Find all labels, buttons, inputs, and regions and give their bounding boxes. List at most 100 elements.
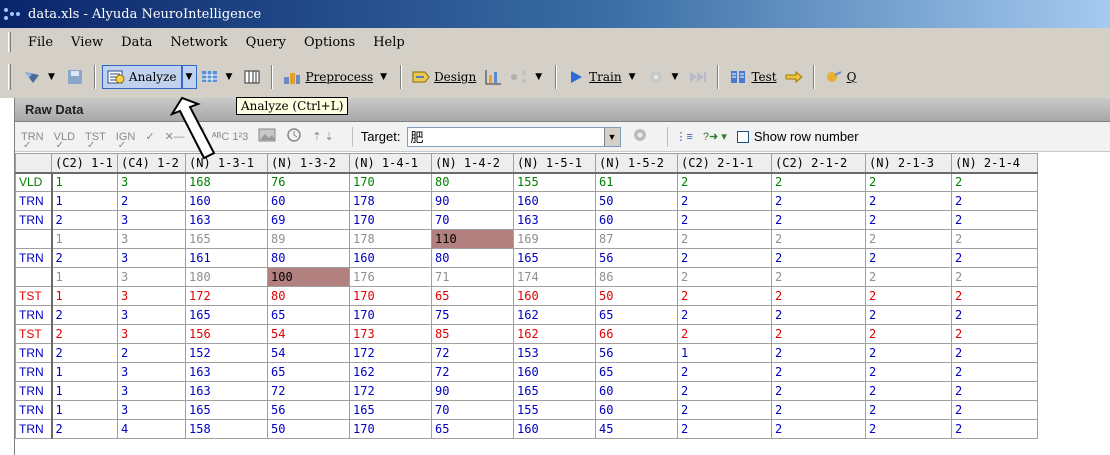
train-options-button[interactable]: ▼: [643, 64, 686, 90]
save-button[interactable]: [62, 64, 88, 90]
table-cell[interactable]: 170: [349, 419, 432, 439]
table-cell[interactable]: 1: [51, 229, 118, 249]
table-cell[interactable]: 60: [595, 381, 678, 401]
row-set-label[interactable]: [15, 267, 53, 287]
check-mark-button[interactable]: ✓: [145, 130, 154, 143]
table-cell[interactable]: 71: [431, 267, 514, 287]
table-cell[interactable]: 2: [771, 229, 866, 249]
menu-help[interactable]: Help: [364, 33, 414, 52]
table-cell[interactable]: 2: [865, 286, 952, 306]
row-set-label[interactable]: VLD: [15, 172, 53, 192]
table-cell[interactable]: 60: [267, 191, 350, 211]
open-button[interactable]: ▼: [19, 64, 62, 90]
table-cell[interactable]: 2: [677, 419, 772, 439]
table-cell[interactable]: 80: [431, 172, 514, 192]
table-cell[interactable]: 56: [267, 400, 350, 420]
table-cell[interactable]: 2: [865, 324, 952, 344]
table-cell[interactable]: 2: [865, 419, 952, 439]
table-cell[interactable]: 173: [349, 324, 432, 344]
table-cell[interactable]: 2: [51, 343, 118, 363]
table-cell[interactable]: 2: [951, 172, 1038, 192]
table-cell[interactable]: 3: [117, 400, 186, 420]
network-button[interactable]: ▼: [506, 64, 549, 90]
table-cell[interactable]: 4: [117, 419, 186, 439]
table-cell[interactable]: 2: [771, 419, 866, 439]
chevron-down-icon[interactable]: ▼: [532, 72, 545, 82]
table-row[interactable]: TRN 1 3 163 72 172 90 165 60 2 2 2 2: [15, 381, 1038, 401]
table-cell[interactable]: 3: [117, 305, 186, 325]
column-header[interactable]: (N) 1-4-1: [349, 153, 432, 174]
table-cell[interactable]: 2: [865, 362, 952, 382]
target-settings-button[interactable]: [631, 127, 649, 146]
table-cell[interactable]: 76: [267, 172, 350, 192]
columns-button[interactable]: [239, 64, 265, 90]
column-header[interactable]: (C2) 2-1-2: [771, 153, 866, 174]
table-row[interactable]: TRN 2 2 152 54 172 72 153 56 1 2 2 2: [15, 343, 1038, 363]
row-set-label[interactable]: TRN: [15, 419, 53, 439]
row-set-label[interactable]: TRN: [15, 305, 53, 325]
table-cell[interactable]: 65: [267, 305, 350, 325]
chevron-down-icon[interactable]: ▼: [626, 72, 639, 82]
menu-query[interactable]: Query: [237, 33, 295, 52]
table-cell[interactable]: 45: [595, 419, 678, 439]
menu-network[interactable]: Network: [161, 33, 236, 52]
table-cell[interactable]: 72: [431, 362, 514, 382]
table-cell[interactable]: 86: [595, 267, 678, 287]
table-cell[interactable]: 1: [51, 191, 118, 211]
table-row[interactable]: TST 2 3 156 54 173 85 162 66 2 2 2 2: [15, 324, 1038, 344]
table-cell[interactable]: 170: [349, 210, 432, 230]
table-cell[interactable]: 163: [185, 210, 268, 230]
table-cell[interactable]: 1: [51, 267, 118, 287]
table-cell[interactable]: 65: [595, 362, 678, 382]
table-cell[interactable]: 3: [117, 381, 186, 401]
table-cell[interactable]: 169: [513, 229, 596, 249]
mark-vld-button[interactable]: VLD ✓: [54, 131, 75, 151]
table-cell[interactable]: 165: [513, 381, 596, 401]
table-cell[interactable]: 2: [677, 191, 772, 211]
row-set-label[interactable]: TRN: [15, 343, 53, 363]
table-cell[interactable]: 2: [51, 248, 118, 268]
table-cell[interactable]: 165: [185, 400, 268, 420]
table-cell[interactable]: 2: [677, 286, 772, 306]
table-cell[interactable]: 80: [267, 248, 350, 268]
table-cell[interactable]: 170: [349, 172, 432, 192]
table-row[interactable]: VLD 1 3 168 76 170 80 155 61 2 2 2 2: [15, 172, 1038, 192]
chevron-down-icon[interactable]: ▼: [223, 72, 236, 82]
table-cell[interactable]: 161: [185, 248, 268, 268]
table-cell[interactable]: 2: [677, 229, 772, 249]
table-cell[interactable]: 2: [117, 191, 186, 211]
row-set-label[interactable]: TRN: [15, 248, 53, 268]
table-cell[interactable]: 2: [865, 248, 952, 268]
table-cell[interactable]: 160: [513, 286, 596, 306]
table-cell[interactable]: 70: [431, 210, 514, 230]
table-cell[interactable]: 155: [513, 400, 596, 420]
row-set-label[interactable]: TRN: [15, 381, 53, 401]
table-cell[interactable]: 2: [865, 400, 952, 420]
row-set-label[interactable]: TRN: [15, 362, 53, 382]
table-cell[interactable]: 72: [267, 381, 350, 401]
table-cell[interactable]: 160: [349, 248, 432, 268]
row-set-label[interactable]: TRN: [15, 210, 53, 230]
image-button[interactable]: [258, 128, 276, 145]
table-cell[interactable]: 2: [677, 305, 772, 325]
table-cell[interactable]: 152: [185, 343, 268, 363]
table-cell[interactable]: 180: [185, 267, 268, 287]
table-row[interactable]: TRN 2 3 161 80 160 80 165 56 2 2 2 2: [15, 248, 1038, 268]
mark-trn-button[interactable]: TRN ✓: [21, 131, 44, 151]
table-cell[interactable]: 2: [951, 324, 1038, 344]
chevron-down-icon[interactable]: ▼: [669, 72, 682, 82]
table-cell[interactable]: 2: [771, 210, 866, 230]
column-header[interactable]: (N) 2-1-4: [951, 153, 1038, 174]
table-cell[interactable]: 2: [951, 343, 1038, 363]
table-row[interactable]: TRN 2 3 163 69 170 70 163 60 2 2 2 2: [15, 210, 1038, 230]
query-help-button[interactable]: ?➜ ▾: [703, 130, 727, 143]
table-cell[interactable]: 156: [185, 324, 268, 344]
target-select[interactable]: 肥 ▼: [406, 126, 621, 147]
table-cell[interactable]: 54: [267, 324, 350, 344]
column-header[interactable]: (N) 2-1-3: [865, 153, 952, 174]
table-cell[interactable]: 2: [865, 267, 952, 287]
mark-ign-button[interactable]: IGN ✓: [116, 131, 136, 151]
table-cell[interactable]: 66: [595, 324, 678, 344]
chevron-down-icon[interactable]: ▼: [45, 72, 58, 82]
table-cell[interactable]: 1: [51, 172, 118, 192]
